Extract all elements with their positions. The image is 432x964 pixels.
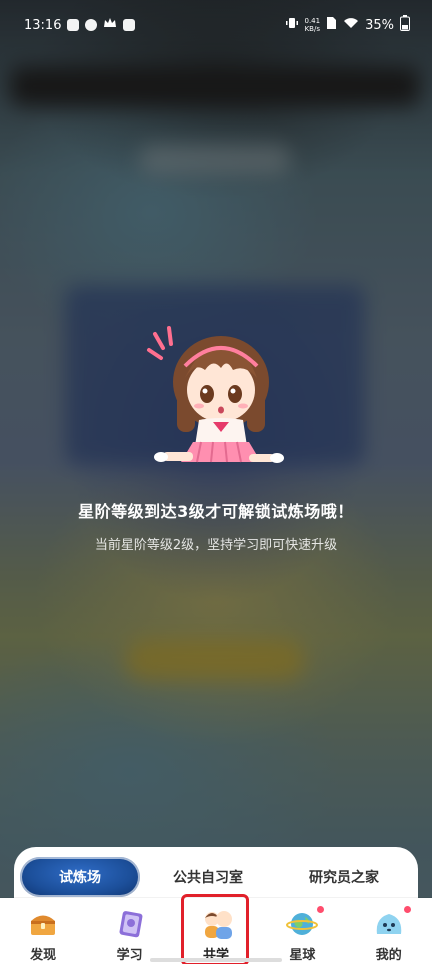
battery-percentage: 35% <box>365 17 394 33</box>
wifi-icon <box>343 17 359 33</box>
status-bar: 13:16 0.41 KB/s 35% <box>0 0 432 50</box>
locked-title: 星阶等级到达3级才可解锁试炼场哦！ <box>78 502 354 521</box>
mail-icon <box>123 19 136 31</box>
mine-badge-dot <box>403 906 411 913</box>
locked-subtitle: 当前星阶等级2级，坚持学习即可快速升级 <box>94 538 338 553</box>
nav-label-planet: 星球 <box>289 948 316 963</box>
locked-panel: 星阶等级到达3级才可解锁试炼场哦！ 当前星阶等级2级，坚持学习即可快速升级 <box>0 320 432 553</box>
home-indicator[interactable] <box>150 958 282 962</box>
bottom-navigation: 发现 学习 共学 星球 我的 <box>0 898 432 964</box>
planet-icon <box>286 908 319 940</box>
segment-researcher-home[interactable]: 研究员之家 <box>276 857 412 897</box>
nav-item-planet[interactable]: 星球 <box>262 906 342 963</box>
tiktok-icon <box>67 19 80 31</box>
segment-trial-ground[interactable]: 试炼场 <box>20 857 140 897</box>
crown-icon <box>103 17 117 33</box>
treasure-chest-icon <box>27 908 59 940</box>
planet-badge-dot <box>317 906 325 913</box>
battery-icon <box>400 15 410 35</box>
blob-avatar-icon <box>373 908 405 940</box>
segment-public-study-room[interactable]: 公共自习室 <box>140 857 276 897</box>
book-icon <box>114 908 146 940</box>
study-buddies-icon <box>200 908 232 940</box>
status-time: 13:16 <box>24 17 62 33</box>
mascot-girl-icon <box>141 320 291 470</box>
file-icon <box>326 16 337 34</box>
network-speed: 0.41 KB/s <box>304 17 321 33</box>
nav-label-study: 学习 <box>116 948 143 963</box>
nav-item-discover[interactable]: 发现 <box>3 908 83 963</box>
app-notification-icon <box>85 19 98 31</box>
nav-item-study[interactable]: 学习 <box>90 908 170 963</box>
nav-label-discover: 发现 <box>30 948 57 963</box>
nav-item-mine[interactable]: 我的 <box>349 906 429 963</box>
vibrate-icon <box>285 16 299 34</box>
nav-label-mine: 我的 <box>375 948 402 963</box>
nav-item-co-study[interactable]: 共学 <box>176 908 256 964</box>
